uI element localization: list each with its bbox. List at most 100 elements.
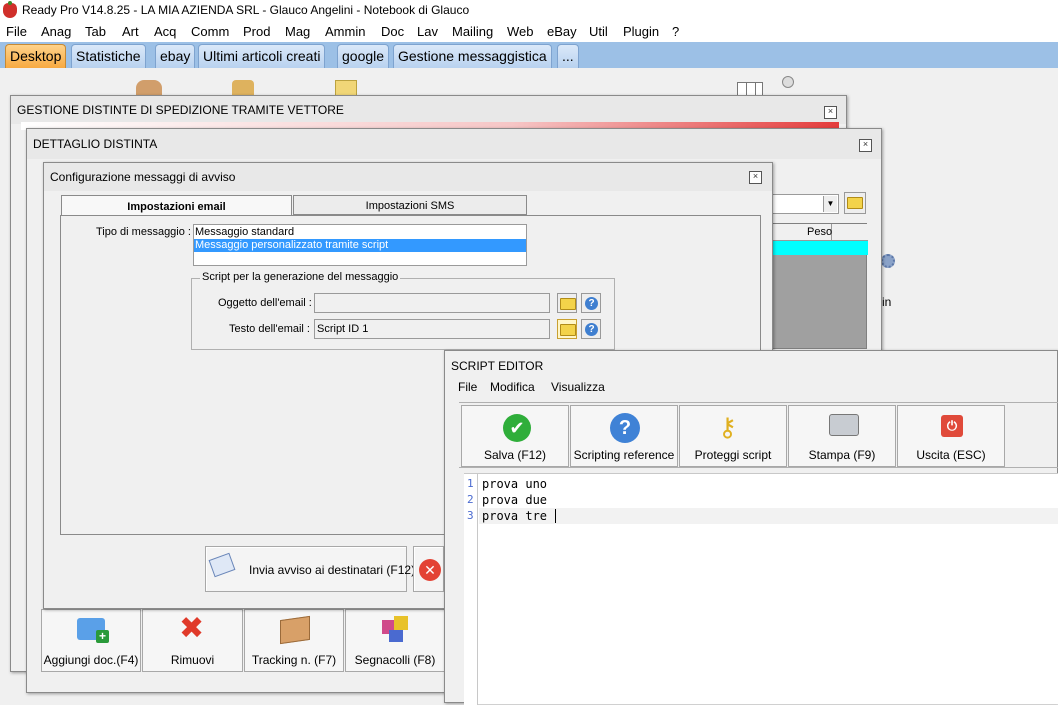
- editor-menu-file[interactable]: File: [458, 380, 477, 394]
- printer-icon: [829, 414, 859, 436]
- menu-util[interactable]: Util: [589, 24, 608, 39]
- editor-menu-visualizza[interactable]: Visualizza: [551, 380, 605, 394]
- oggetto-help-button[interactable]: ?: [581, 293, 601, 313]
- oggetto-field[interactable]: [314, 293, 550, 313]
- check-icon: ✔: [503, 414, 531, 442]
- menu-mag[interactable]: Mag: [285, 24, 310, 39]
- distinta-combo[interactable]: ▼: [772, 194, 839, 214]
- tab-statistiche[interactable]: Statistiche: [71, 44, 146, 68]
- tab-desktop[interactable]: Desktop: [5, 44, 67, 68]
- proteggi-script-button[interactable]: ⚷ Proteggi script: [679, 405, 787, 467]
- menu-tab[interactable]: Tab: [85, 24, 106, 39]
- menu-art[interactable]: Art: [122, 24, 139, 39]
- tracking-button[interactable]: Tracking n. (F7): [244, 609, 344, 672]
- line-number-gutter: 1 2 3: [464, 474, 478, 705]
- tab-gestione-messaggistica[interactable]: Gestione messaggistica: [393, 44, 552, 68]
- remove-x-icon: ✖: [179, 612, 205, 645]
- menu-prod[interactable]: Prod: [243, 24, 270, 39]
- option-messaggio-script[interactable]: Messaggio personalizzato tramite script: [194, 239, 526, 252]
- code-line[interactable]: prova tre: [482, 508, 547, 524]
- uscita-button[interactable]: ⏻ Uscita (ESC): [897, 405, 1005, 467]
- cancel-icon: ✕: [419, 559, 441, 581]
- menu-ebay[interactable]: eBay: [547, 24, 577, 39]
- current-line-highlight: [479, 508, 1058, 524]
- cancel-button[interactable]: ✕: [413, 546, 444, 592]
- uscita-label: Uscita (ESC): [916, 448, 986, 462]
- folder-icon: [560, 298, 576, 310]
- menu-lav[interactable]: Lav: [417, 24, 438, 39]
- menu-mailing[interactable]: Mailing: [452, 24, 493, 39]
- editor-toolbar: ✔ Salva (F12) ? Scripting reference ⚷ Pr…: [459, 402, 1058, 468]
- script-group-box: Script per la generazione del messaggio …: [191, 271, 615, 350]
- folder-icon: [560, 324, 576, 336]
- strawberry-icon: [3, 1, 17, 18]
- salva-button[interactable]: ✔ Salva (F12): [461, 405, 569, 467]
- menu-file[interactable]: File: [6, 24, 27, 39]
- code-line[interactable]: prova due: [482, 492, 547, 508]
- partial-label: in: [882, 295, 892, 309]
- gear-icon[interactable]: [881, 254, 895, 268]
- aggiungi-doc-label: Aggiungi doc.(F4): [43, 653, 139, 667]
- tipo-messaggio-label: Tipo di messaggio :: [96, 226, 191, 238]
- boxes-icon-3: [389, 630, 403, 642]
- boxes-icon-2: [394, 616, 408, 630]
- close-icon[interactable]: ×: [859, 139, 872, 152]
- tab-ultimi-articoli[interactable]: Ultimi articoli creati: [198, 44, 326, 68]
- scripting-reference-label: Scripting reference: [573, 448, 675, 462]
- documents-grid[interactable]: Peso: [772, 223, 868, 349]
- menu-doc[interactable]: Doc: [381, 24, 404, 39]
- close-icon[interactable]: ×: [824, 106, 837, 119]
- column-peso[interactable]: Peso: [807, 226, 832, 238]
- help-icon: ?: [585, 297, 598, 310]
- tab-impostazioni-sms[interactable]: Impostazioni SMS: [293, 195, 527, 215]
- testo-field[interactable]: Script ID 1: [314, 319, 550, 339]
- close-icon[interactable]: ×: [749, 171, 762, 184]
- line-number: 1: [467, 477, 474, 490]
- scripting-reference-button[interactable]: ? Scripting reference: [570, 405, 678, 467]
- tipo-messaggio-list[interactable]: Messaggio standard Messaggio personalizz…: [193, 224, 527, 266]
- menu-plugin[interactable]: Plugin: [623, 24, 659, 39]
- window-script-editor: SCRIPT EDITOR File Modifica Visualizza ✔…: [444, 350, 1058, 705]
- code-line[interactable]: prova uno: [482, 476, 547, 492]
- folder-icon: [847, 197, 863, 209]
- tab-ebay[interactable]: ebay: [155, 44, 196, 68]
- help-icon: ?: [610, 413, 640, 443]
- tool-icon[interactable]: [782, 76, 794, 88]
- window-title-config: Configurazione messaggi di avviso: [44, 163, 772, 191]
- menu-acq[interactable]: Acq: [154, 24, 176, 39]
- menu-bar: File Anag Tab Art Acq Comm Prod Mag Ammi…: [0, 22, 1058, 42]
- oggetto-folder-button[interactable]: [557, 293, 577, 313]
- stampa-button[interactable]: Stampa (F9): [788, 405, 896, 467]
- aggiungi-doc-button[interactable]: + Aggiungi doc.(F4): [41, 609, 141, 672]
- window-title-dettaglio: DETTAGLIO DISTINTA: [27, 129, 881, 159]
- folder-button[interactable]: [844, 192, 866, 214]
- option-messaggio-standard[interactable]: Messaggio standard: [195, 226, 525, 239]
- salva-label: Salva (F12): [483, 448, 547, 462]
- menu-ammin[interactable]: Ammin: [325, 24, 365, 39]
- tab-more[interactable]: ...: [557, 44, 579, 68]
- invia-avviso-button[interactable]: Invia avviso ai destinatari (F12): [205, 546, 415, 592]
- tab-strip: Desktop Statistiche ebay Ultimi articoli…: [0, 42, 1058, 68]
- send-message-icon: [208, 552, 236, 578]
- chevron-down-icon[interactable]: ▼: [823, 196, 837, 212]
- title-bar: Ready Pro V14.8.25 - LA MIA AZIENDA SRL …: [0, 0, 1058, 22]
- segnacolli-button[interactable]: Segnacolli (F8): [345, 609, 445, 672]
- testo-help-button[interactable]: ?: [581, 319, 601, 339]
- rimuovi-button[interactable]: ✖ Rimuovi: [142, 609, 243, 672]
- oggetto-label: Oggetto dell'email :: [218, 297, 312, 309]
- proteggi-script-label: Proteggi script: [694, 448, 772, 462]
- grid-row-selected[interactable]: [773, 241, 868, 255]
- menu-anag[interactable]: Anag: [41, 24, 71, 39]
- menu-help[interactable]: ?: [672, 24, 679, 39]
- key-icon: ⚷: [718, 412, 738, 442]
- testo-folder-button[interactable]: [557, 319, 577, 339]
- exit-icon: ⏻: [941, 415, 963, 437]
- editor-menu-modifica[interactable]: Modifica: [490, 380, 535, 394]
- tab-google[interactable]: google: [337, 44, 390, 68]
- rimuovi-label: Rimuovi: [170, 653, 215, 667]
- menu-comm[interactable]: Comm: [191, 24, 229, 39]
- code-editor[interactable]: 1 2 3 prova uno prova due prova tre: [464, 473, 1058, 705]
- menu-web[interactable]: Web: [507, 24, 534, 39]
- tab-impostazioni-email[interactable]: Impostazioni email: [61, 195, 292, 217]
- package-icon: [280, 615, 310, 645]
